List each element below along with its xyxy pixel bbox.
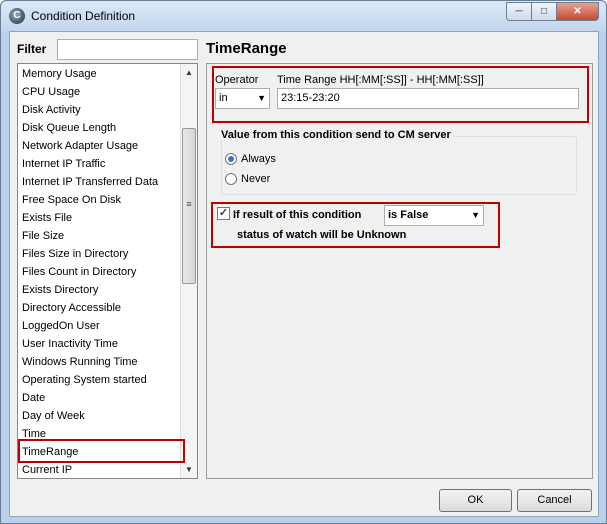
list-item[interactable]: Memory Usage bbox=[22, 65, 97, 83]
cancel-button[interactable]: Cancel bbox=[517, 489, 592, 512]
close-button[interactable]: ✕ bbox=[556, 2, 599, 21]
scroll-down-icon[interactable]: ▼ bbox=[181, 461, 197, 478]
list-item[interactable]: Disk Queue Length bbox=[22, 119, 116, 137]
highlight-selected-item bbox=[18, 439, 185, 463]
maximize-button[interactable]: □ bbox=[531, 2, 557, 21]
page-title: TimeRange bbox=[206, 40, 287, 57]
minimize-button[interactable]: ─ bbox=[506, 2, 532, 21]
condition-detail-panel: Operator Time Range HH[:MM[:SS]] - HH[:M… bbox=[206, 63, 593, 479]
never-radio[interactable] bbox=[225, 173, 237, 185]
list-item[interactable]: File Size bbox=[22, 227, 64, 245]
list-item[interactable]: Internet IP Transferred Data bbox=[22, 173, 158, 191]
list-item[interactable]: Files Size in Directory bbox=[22, 245, 128, 263]
highlight-time-range bbox=[212, 66, 589, 123]
ok-button[interactable]: OK bbox=[439, 489, 512, 512]
scroll-up-icon[interactable]: ▲ bbox=[181, 64, 197, 81]
filter-label: Filter bbox=[17, 42, 47, 56]
app-icon: C bbox=[9, 8, 25, 24]
list-item[interactable]: Free Space On Disk bbox=[22, 191, 121, 209]
list-item[interactable]: LoggedOn User bbox=[22, 317, 100, 335]
send-value-group bbox=[221, 136, 577, 195]
list-item[interactable]: Directory Accessible bbox=[22, 299, 121, 317]
never-label[interactable]: Never bbox=[241, 173, 270, 185]
scroll-thumb[interactable]: ≡ bbox=[182, 128, 196, 284]
list-item[interactable]: Day of Week bbox=[22, 407, 85, 425]
list-item[interactable]: Date bbox=[22, 389, 45, 407]
filter-input[interactable] bbox=[57, 39, 198, 60]
list-item[interactable]: Exists Directory bbox=[22, 281, 98, 299]
list-item[interactable]: Files Count in Directory bbox=[22, 263, 136, 281]
list-item[interactable]: Operating System started bbox=[22, 371, 147, 389]
list-item[interactable]: Internet IP Traffic bbox=[22, 155, 105, 173]
list-item[interactable]: Disk Activity bbox=[22, 101, 81, 119]
list-item[interactable]: CPU Usage bbox=[22, 83, 80, 101]
always-label[interactable]: Always bbox=[241, 153, 276, 165]
highlight-result-condition bbox=[211, 202, 500, 248]
window-title: Condition Definition bbox=[31, 9, 136, 23]
dialog-client-area: Filter Memory Usage CPU Usage Disk Activ… bbox=[9, 31, 599, 517]
list-item[interactable]: Windows Running Time bbox=[22, 353, 138, 371]
always-radio[interactable] bbox=[225, 153, 237, 165]
title-bar[interactable]: C Condition Definition ─ □ ✕ bbox=[1, 1, 606, 31]
list-item[interactable]: Current IP bbox=[22, 461, 72, 478]
send-value-group-title: Value from this condition send to CM ser… bbox=[219, 129, 453, 141]
list-item[interactable]: Exists File bbox=[22, 209, 72, 227]
list-scrollbar[interactable]: ▲ ≡ ▼ bbox=[180, 64, 197, 478]
condition-definition-window: C Condition Definition ─ □ ✕ Filter Memo… bbox=[0, 0, 607, 524]
condition-list[interactable]: Memory Usage CPU Usage Disk Activity Dis… bbox=[17, 63, 198, 479]
list-item[interactable]: Network Adapter Usage bbox=[22, 137, 138, 155]
list-item[interactable]: User Inactivity Time bbox=[22, 335, 118, 353]
